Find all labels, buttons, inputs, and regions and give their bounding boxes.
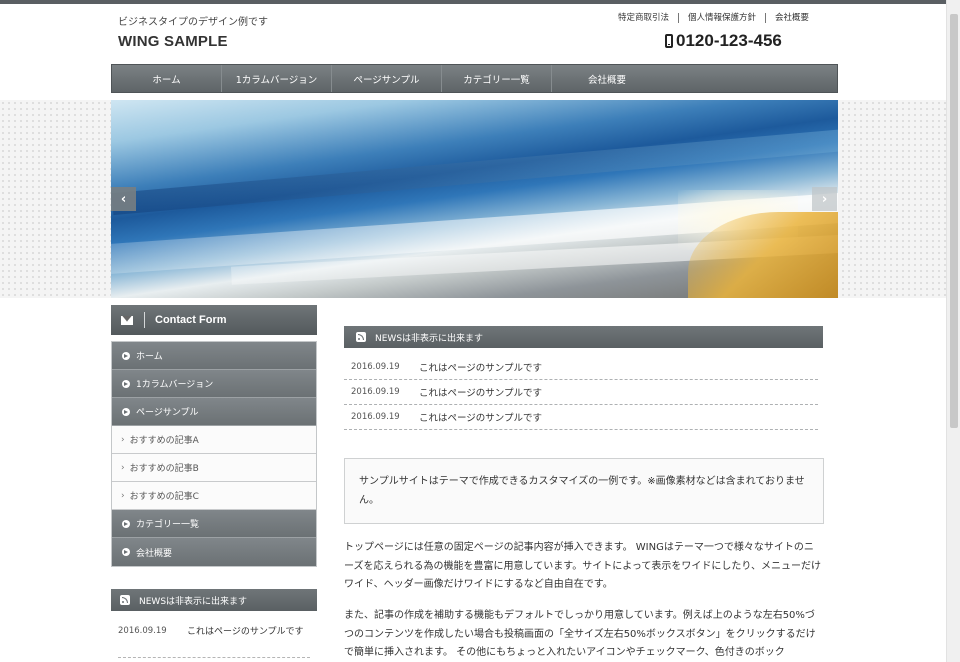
gnav-item-page-sample[interactable]: ページサンプル	[332, 65, 442, 92]
body-paragraph: また、記事の作成を補助する機能もデフォルトでしっかり用意しています。例えば上のよ…	[344, 610, 816, 658]
news-row[interactable]: 2016.09.19 これはページのサンプルです	[344, 380, 818, 405]
gnav-item-company[interactable]: 会社概要	[552, 65, 662, 92]
circle-arrow-icon	[122, 379, 130, 388]
divider	[144, 312, 145, 328]
mobile-phone-icon	[665, 34, 673, 48]
chevron-right-icon: ›	[121, 462, 125, 473]
phone-number: 0120-123-456	[665, 31, 782, 51]
rss-icon	[356, 332, 366, 342]
page-scrollbar[interactable]	[946, 0, 960, 662]
sidebar-item-label: カテゴリー一覧	[136, 520, 200, 530]
sidebar-item-label: ホーム	[136, 352, 163, 362]
top-link-privacy[interactable]: 個人情報保護方針	[677, 13, 765, 23]
site-logo[interactable]: WING SAMPLE	[118, 33, 228, 50]
news-title[interactable]: これはページのサンプルです	[419, 385, 542, 399]
news-date: 2016.09.19	[351, 362, 400, 372]
divider	[118, 657, 310, 658]
slider-prev-button[interactable]: ‹	[111, 187, 136, 211]
global-nav: ホーム 1カラムバージョン ページサンプル カテゴリー一覧 会社概要	[111, 64, 838, 93]
sidebar-news-item[interactable]: 2016.09.19 これはページのサンプルです	[118, 625, 310, 639]
sidebar-item-label: ページサンプル	[136, 408, 199, 418]
circle-arrow-icon	[122, 351, 130, 360]
circle-arrow-icon	[122, 519, 130, 528]
contact-form-button[interactable]: Contact Form	[111, 305, 317, 335]
news-date: 2016.09.19	[118, 626, 167, 636]
chevron-right-icon: ›	[121, 490, 125, 501]
gnav-item-categories[interactable]: カテゴリー一覧	[442, 65, 552, 92]
news-row[interactable]: 2016.09.19 これはページのサンプルです	[344, 355, 818, 380]
sidebar-nav: ホーム 1カラムバージョン ページサンプル › おすすめの記事A › おすすめの記事…	[111, 341, 317, 567]
news-title[interactable]: これはページのサンプルです	[187, 625, 304, 639]
main-news-heading: NEWSは非表示に出来ます	[344, 326, 823, 348]
news-title[interactable]: これはページのサンプルです	[419, 360, 542, 374]
sidebar-item-label: おすすめの記事B	[129, 464, 199, 474]
sidebar-subitem-a[interactable]: › おすすめの記事A	[112, 426, 316, 454]
sidebar-subitem-c[interactable]: › おすすめの記事C	[112, 482, 316, 510]
top-accent-bar	[0, 0, 946, 4]
sidebar-item-label: おすすめの記事A	[129, 436, 199, 446]
sidebar-news-heading-text: NEWSは非表示に出来ます	[139, 596, 248, 607]
contact-form-label: Contact Form	[155, 314, 227, 326]
notice-box: サンプルサイトはテーマで作成できるカスタマイズの一例です。※画像素材などは含まれ…	[344, 458, 824, 524]
top-links: 特定商取引法 個人情報保護方針 会社概要	[609, 13, 818, 23]
gnav-item-1column[interactable]: 1カラムバージョン	[222, 65, 332, 92]
sidebar-item-1column[interactable]: 1カラムバージョン	[112, 370, 316, 398]
hero-slide-image	[111, 100, 838, 298]
top-link-tokushoho[interactable]: 特定商取引法	[609, 13, 678, 23]
sidebar-item-label: おすすめの記事C	[129, 492, 199, 502]
sidebar-item-label: 会社概要	[136, 548, 173, 559]
circle-arrow-icon	[122, 548, 130, 556]
news-date: 2016.09.19	[351, 412, 400, 422]
sidebar-news-heading: NEWSは非表示に出来ます	[111, 589, 317, 611]
main-news-list: 2016.09.19 これはページのサンプルです 2016.09.19 これはペ…	[344, 355, 818, 430]
mail-icon	[121, 315, 133, 325]
news-title[interactable]: これはページのサンプルです	[419, 410, 542, 424]
sidebar-item-categories[interactable]: カテゴリー一覧	[112, 510, 316, 538]
slider-next-button[interactable]: ›	[812, 187, 837, 211]
sidebar-item-home[interactable]: ホーム	[112, 342, 316, 370]
top-link-company[interactable]: 会社概要	[764, 13, 818, 23]
sidebar-item-label: 1カラムバージョン	[136, 380, 214, 390]
scrollbar-thumb[interactable]	[950, 14, 958, 428]
news-row[interactable]: 2016.09.19 これはページのサンプルです	[344, 405, 818, 430]
circle-arrow-icon	[122, 407, 130, 416]
chevron-right-icon: ›	[121, 434, 125, 445]
sidebar-subitem-b[interactable]: › おすすめの記事B	[112, 454, 316, 482]
rss-icon	[120, 595, 130, 605]
phone-text: 0120-123-456	[676, 31, 782, 50]
sidebar-item-page-sample[interactable]: ページサンプル	[112, 398, 316, 426]
gnav-item-home[interactable]: ホーム	[112, 65, 222, 92]
main-news-heading-text: NEWSは非表示に出来ます	[375, 333, 484, 344]
body-paragraph: トップページには任意の固定ページの記事内容が挿入できます。 WINGはテーマ一つ…	[344, 542, 821, 590]
site-tagline: ビジネスタイプのデザイン例です	[118, 17, 268, 28]
sidebar-item-company[interactable]: 会社概要	[112, 538, 316, 566]
news-date: 2016.09.19	[351, 387, 400, 397]
